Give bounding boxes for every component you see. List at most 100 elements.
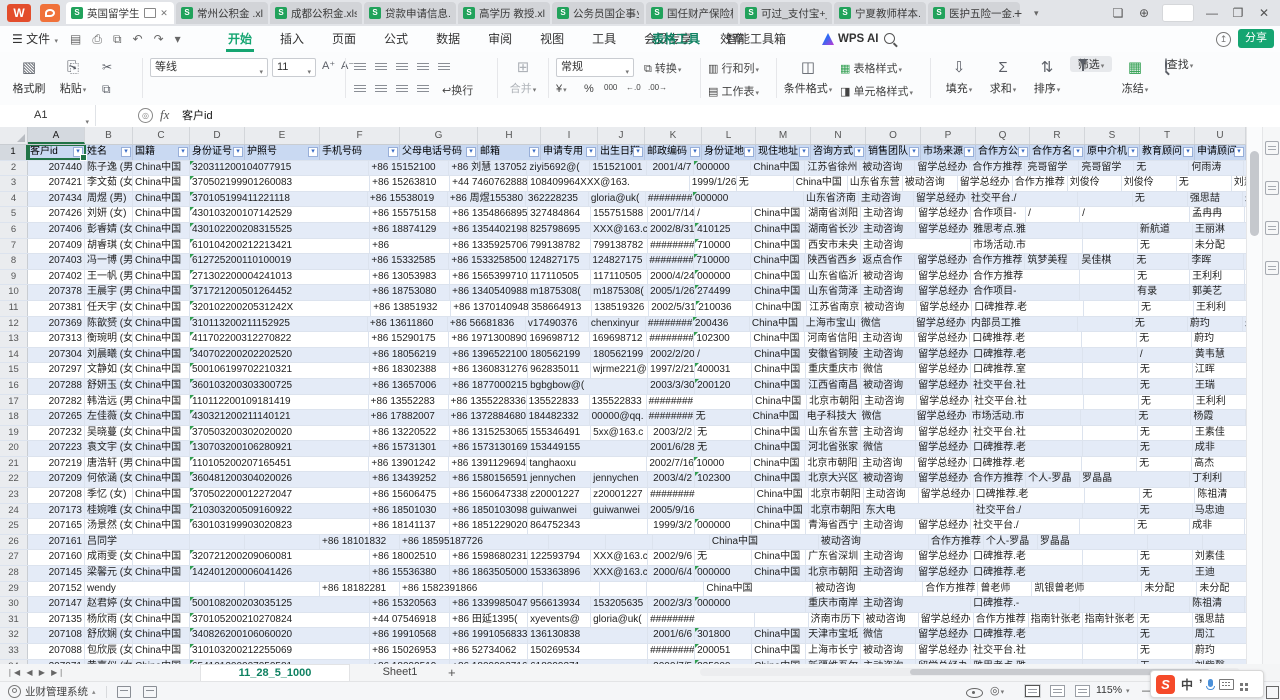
menu-tab-数据[interactable]: 数据 <box>422 26 474 52</box>
cell-G7[interactable]: +86 1335925706 <box>450 239 528 254</box>
cell-C31[interactable]: China中国 <box>133 613 190 628</box>
cell-I26[interactable] <box>549 535 606 550</box>
sheet-tab-11_28_5_1000[interactable]: 11_28_5_1000 <box>200 664 350 681</box>
cell-O28[interactable]: 留学总经办 <box>916 566 971 581</box>
cell-S12[interactable]: 无 <box>1133 317 1188 332</box>
row-header-1[interactable]: 1 <box>0 145 28 160</box>
format-painter-button[interactable]: ▧ 格式刷 <box>8 56 50 96</box>
cell-S33[interactable]: 无 <box>1138 644 1193 659</box>
cell-J24[interactable]: 2005/9/16 <box>648 504 698 519</box>
cell-M31[interactable]: 济南市历下 <box>809 613 864 628</box>
cell-L28[interactable]: China中国 <box>752 566 806 581</box>
row-header-20[interactable]: 20 <box>0 441 28 456</box>
cell-E24[interactable] <box>295 504 370 519</box>
cell-style-button[interactable]: ◨ 单元格样式▾ <box>840 83 913 99</box>
cell-J32[interactable]: 2001/6/6 <box>648 628 695 643</box>
cell-K11[interactable]: 210036 <box>696 301 753 316</box>
cell-F5[interactable]: +86 15575158 <box>370 207 450 222</box>
cell-G8[interactable]: +86 1533258500 <box>449 254 527 269</box>
filter-button[interactable]: ▾ <box>690 147 700 157</box>
cell-E10[interactable] <box>295 285 370 300</box>
cell-I33[interactable] <box>591 644 648 659</box>
cell-B27[interactable]: 成雨雯 (女 <box>85 550 133 565</box>
row-header-26[interactable]: 26 <box>0 535 28 550</box>
cell-E20[interactable] <box>295 441 370 456</box>
cell-A26[interactable]: 207161 <box>28 535 85 550</box>
cell-M7[interactable]: 西安市未央 <box>806 239 861 254</box>
header-cell-G1[interactable]: 父母电话号码▾ <box>400 145 478 160</box>
cell-T22[interactable]: 丁利利 <box>1190 472 1245 487</box>
cell-T12[interactable]: 蔚玓 <box>1188 317 1243 332</box>
cell-D21[interactable]: 110105200207165451 <box>190 457 294 472</box>
cell-F16[interactable]: +86 13657006 <box>370 379 450 394</box>
column-header-O[interactable]: O <box>866 127 921 144</box>
zoom-level[interactable]: 115% ▾ <box>1096 684 1130 696</box>
cell-O24[interactable] <box>919 504 974 519</box>
cell-R30[interactable] <box>1080 597 1135 612</box>
cell-A7[interactable]: 207409 <box>28 239 85 254</box>
cell-P28[interactable]: 口碑推荐.老 <box>971 566 1029 581</box>
cell-L3[interactable]: China中国 <box>794 176 848 191</box>
cell-I32[interactable] <box>591 628 648 643</box>
cell-Q7[interactable] <box>1029 239 1083 254</box>
cell-H28[interactable]: 153363896 <box>528 566 591 581</box>
cell-K13[interactable]: 102300 <box>694 332 751 347</box>
cell-H27[interactable]: 122593794 <box>528 550 591 565</box>
cell-A15[interactable]: 207297 <box>28 363 85 378</box>
cell-Q20[interactable] <box>1029 441 1083 456</box>
cell-J33[interactable]: ######## <box>648 644 695 659</box>
filter-button[interactable]: ▾ <box>909 147 919 157</box>
cell-B9[interactable]: 王一帆 (男 <box>85 270 133 285</box>
cell-C22[interactable]: China中国 <box>133 472 190 487</box>
header-cell-U1[interactable]: 申请顾问▾ <box>1195 145 1246 160</box>
cell-D27[interactable]: 320721200209060081 <box>190 550 295 565</box>
cell-O29[interactable] <box>868 582 923 597</box>
cell-P16[interactable]: 社交平台.社 <box>971 379 1029 394</box>
cell-L33[interactable]: China中国 <box>752 644 806 659</box>
cell-L13[interactable]: China中国 <box>751 332 805 347</box>
cell-F2[interactable]: +86 15152100 <box>369 161 449 176</box>
cell-L12[interactable]: China中国 <box>750 317 804 332</box>
cell-B28[interactable]: 梁馨元 (女 <box>85 566 133 581</box>
cell-R22[interactable]: 罗晶晶 <box>1080 472 1135 487</box>
cell-D13[interactable]: 411702200312270822 <box>190 332 294 347</box>
cell-P29[interactable]: 合作方推荐 <box>923 582 978 597</box>
cell-S22[interactable] <box>1135 472 1190 487</box>
convert-button[interactable]: ⧉ 转换▾ <box>644 60 681 76</box>
cell-J18[interactable]: ######## <box>647 410 694 425</box>
cell-G27[interactable]: +86 1598680231 <box>450 550 528 565</box>
cell-Q32[interactable] <box>1029 628 1083 643</box>
cell-Q30[interactable] <box>1026 597 1080 612</box>
sheet-nav-arrows[interactable]: ∣◀ ◀ ▶ ▶∣ <box>8 664 65 681</box>
cell-G26[interactable]: +86 18595187726 <box>400 535 486 550</box>
cell-Q6[interactable] <box>1029 223 1083 238</box>
fill-button[interactable]: ⇩ 填充▾ <box>938 56 980 96</box>
cell-H2[interactable]: ziyi5692@( <box>527 161 590 176</box>
filter-button[interactable]: ▾ <box>529 147 539 157</box>
vertical-scrollbar[interactable] <box>1246 127 1262 664</box>
cell-P5[interactable]: 合作项目- <box>971 207 1026 222</box>
cell-S8[interactable]: 无 <box>1134 254 1189 269</box>
cell-G31[interactable]: +86 田延1395( <box>450 613 528 628</box>
cell-M20[interactable]: 河北省张家 <box>806 441 861 456</box>
cell-B29[interactable]: wendy <box>85 582 133 597</box>
cell-N28[interactable]: 主动咨询 <box>861 566 916 581</box>
row-header-9[interactable]: 9 <box>0 270 28 285</box>
cell-Q23[interactable] <box>1031 488 1085 503</box>
cell-B2[interactable]: 陈子逸 (男 <box>85 161 133 176</box>
tab-table-tools[interactable]: 表格工具 <box>652 26 700 52</box>
cell-H13[interactable]: 169698712 <box>527 332 590 347</box>
eye-protection-icon[interactable] <box>966 688 983 698</box>
column-header-B[interactable]: B <box>85 127 133 144</box>
cell-A12[interactable]: 207369 <box>28 317 85 332</box>
cell-D3[interactable]: 370502199901260083 <box>190 176 295 191</box>
cell-N12[interactable]: 微信 <box>859 317 914 332</box>
ime-toolbox-icon[interactable] <box>1240 683 1243 686</box>
cell-J13[interactable]: ######## <box>647 332 694 347</box>
cell-S5[interactable] <box>1135 207 1190 222</box>
document-tab[interactable]: S成都公积金.xlsx <box>270 2 362 24</box>
cell-R14[interactable] <box>1083 348 1138 363</box>
upload-icon[interactable]: ↥ <box>1216 32 1231 47</box>
cell-D20[interactable]: 130703200106280921 <box>190 441 295 456</box>
cell-J5[interactable]: 2001/7/14 <box>648 207 695 222</box>
